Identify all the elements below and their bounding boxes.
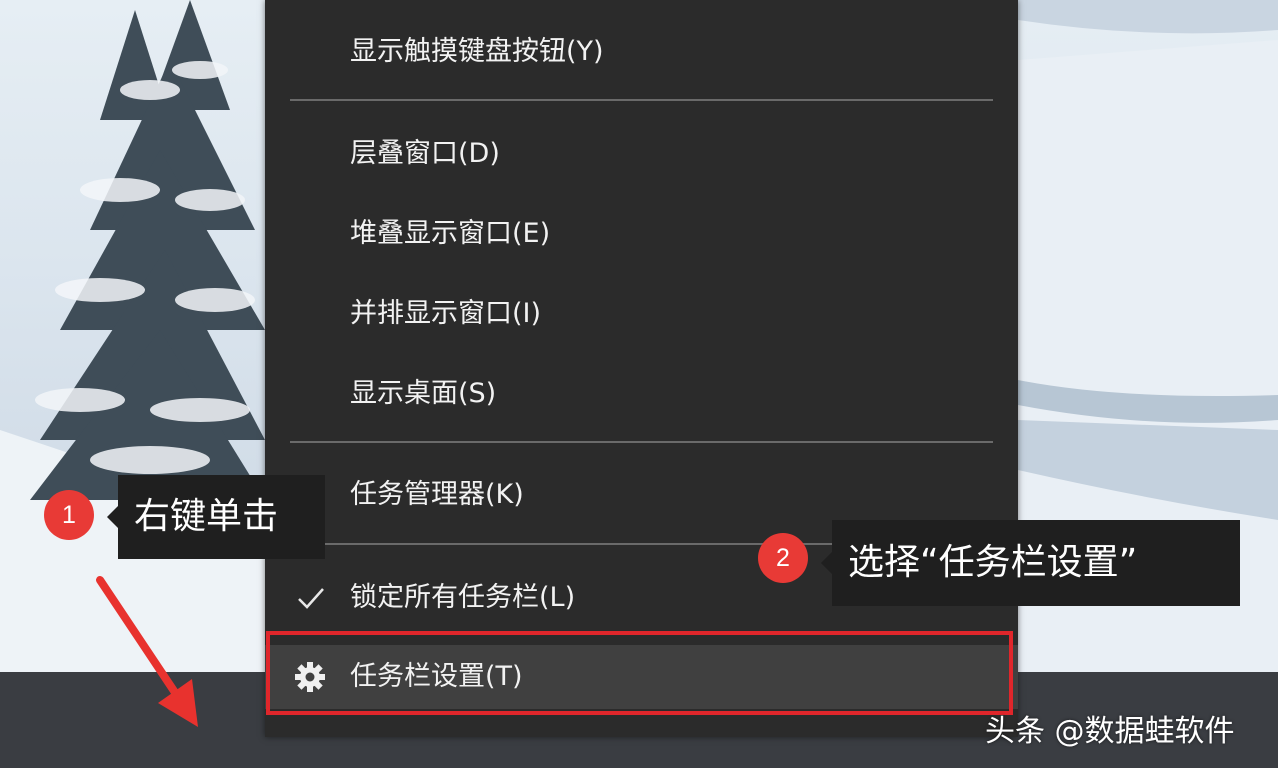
highlight-box — [266, 631, 1013, 715]
menu-item-side-by-side-windows[interactable]: 并排显示窗口(I) — [265, 282, 1018, 346]
step-1-badge: 1 — [44, 490, 94, 540]
taskbar-context-menu: 显示触摸键盘按钮(Y) 层叠窗口(D) 堆叠显示窗口(E) 并排显示窗口(I) … — [265, 0, 1018, 737]
red-arrow-icon — [96, 576, 198, 727]
step-1-tooltip: 右键单击 — [107, 475, 325, 559]
check-icon — [298, 588, 324, 609]
watermark: 头条 @数据蛙软件 — [985, 714, 1235, 749]
menu-item-label: 堆叠显示窗口(E) — [350, 218, 551, 249]
menu-item-task-manager[interactable]: 任务管理器(K) — [265, 463, 1018, 527]
menu-separator — [290, 99, 993, 101]
menu-item-label: 任务管理器(K) — [350, 479, 524, 510]
menu-item-stack-windows[interactable]: 堆叠显示窗口(E) — [265, 202, 1018, 266]
menu-item-show-desktop[interactable]: 显示桌面(S) — [265, 362, 1018, 426]
menu-separator — [290, 441, 993, 443]
menu-item-label: 并排显示窗口(I) — [350, 298, 542, 329]
menu-item-label: 显示触摸键盘按钮(Y) — [350, 36, 604, 67]
step-2-badge: 2 — [758, 533, 808, 583]
menu-item-label: 显示桌面(S) — [350, 378, 497, 409]
menu-item-label: 锁定所有任务栏(L) — [350, 582, 576, 613]
menu-item-label: 层叠窗口(D) — [350, 138, 500, 169]
step-2-tooltip: 选择“任务栏设置” — [821, 520, 1240, 606]
menu-item-cascade-windows[interactable]: 层叠窗口(D) — [265, 122, 1018, 186]
menu-item-show-touch-keyboard[interactable]: 显示触摸键盘按钮(Y) — [265, 20, 1018, 84]
